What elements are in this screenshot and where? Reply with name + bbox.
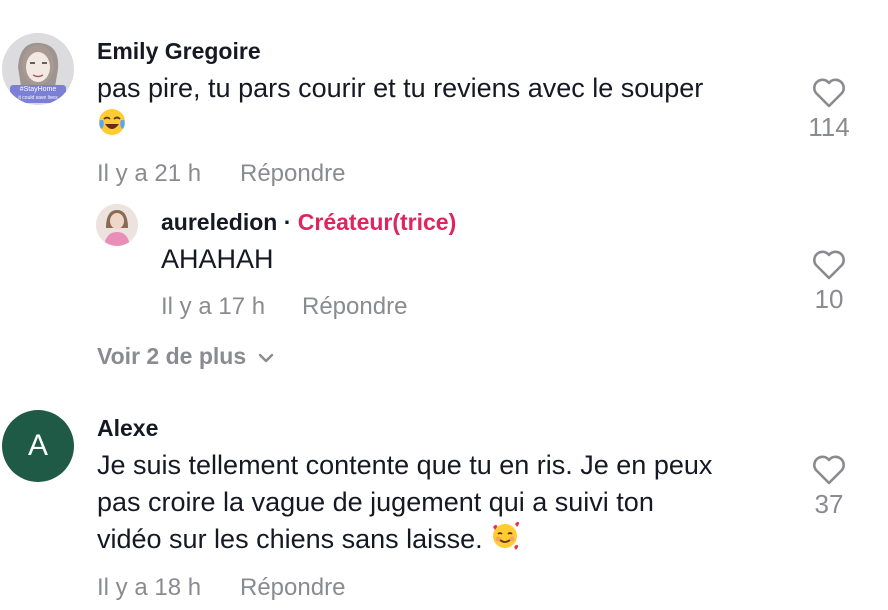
comment-time: Il y a 21 h (97, 160, 202, 187)
like-count: 114 (808, 112, 850, 142)
creator-badge: Créateur(trice) (297, 209, 457, 235)
heart-icon (813, 455, 845, 485)
reply-button[interactable]: Répondre (240, 160, 345, 188)
reply-username-link[interactable]: aureledion (161, 209, 277, 235)
comment-text: Je suis tellement contente que tu en ris… (97, 447, 787, 561)
avatar[interactable] (96, 204, 138, 246)
like-button[interactable]: 37 (799, 455, 859, 520)
smiling-face-with-hearts-icon (490, 521, 520, 561)
avatar-badge: #StayHome it could save lives (18, 86, 58, 101)
like-count: 10 (814, 284, 844, 314)
heart-icon (813, 250, 845, 280)
view-more-replies-button[interactable]: Voir 2 de plus (97, 343, 275, 370)
like-count: 37 (814, 489, 844, 519)
like-button[interactable]: 114 (799, 78, 859, 143)
reply-username: aureledion · Créateur(trice) (161, 209, 457, 235)
comment-username[interactable]: Emily Gregoire (97, 38, 261, 65)
comment-time: Il y a 18 h (97, 574, 202, 601)
avatar[interactable]: #StayHome it could save lives (2, 33, 74, 105)
chevron-down-icon (258, 353, 273, 363)
face-with-tears-of-joy-icon (97, 107, 127, 147)
reply-button[interactable]: Répondre (240, 574, 345, 602)
reply-time: Il y a 17 h (161, 293, 266, 320)
reply-text: AHAHAH (161, 244, 274, 274)
reply-button[interactable]: Répondre (302, 293, 407, 321)
comment-username[interactable]: Alexe (97, 415, 158, 442)
like-button[interactable]: 10 (799, 250, 859, 315)
comment-text: pas pire, tu pars courir et tu reviens a… (97, 70, 777, 147)
profile-photo-icon (96, 204, 138, 246)
avatar[interactable]: A (2, 410, 74, 482)
heart-icon (813, 78, 845, 108)
avatar-letter: A (27, 429, 48, 462)
